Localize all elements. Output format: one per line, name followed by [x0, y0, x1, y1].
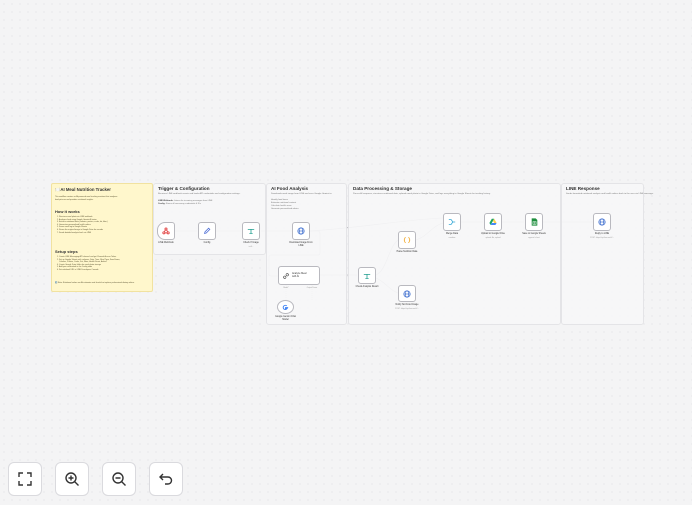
node-label: Check If Image — [243, 242, 259, 244]
upload-drive-node[interactable] — [484, 213, 502, 231]
sticky-intro-line-2: food pictures and provides nutritional i… — [55, 198, 94, 201]
google-icon — [282, 304, 289, 310]
check-if-image-node[interactable] — [242, 222, 260, 240]
link-icon — [283, 273, 289, 279]
undo-button[interactable] — [149, 462, 183, 496]
model-port-label: Model* — [283, 287, 289, 289]
group-title: Trigger & Configuration — [158, 186, 210, 191]
zoom-out-icon — [112, 472, 126, 486]
node-label: Save to Google Sheets — [522, 233, 546, 235]
node-label: LINE Webhook — [158, 242, 174, 244]
undo-icon — [159, 473, 173, 485]
download-image-node[interactable] — [292, 222, 310, 240]
node-label: Upload to Google Drive — [481, 233, 505, 235]
sticky-title: 🍽️AI Meal Nutrition Tracker — [55, 187, 111, 192]
group-line: Generate personalized advice — [271, 208, 299, 210]
group-line: Calculate health score — [271, 205, 292, 207]
globe-icon — [403, 289, 411, 298]
parse-nutrition-node[interactable] — [398, 231, 416, 249]
sticky-note-text: ℹ️ Note: Nutritional values are AI estim… — [55, 282, 135, 284]
sticky-setup-heading: Setup steps — [55, 249, 78, 254]
group-line: Config: Stores all necessary credentials… — [158, 203, 201, 205]
node-subtitle: is A... — [248, 245, 254, 248]
webhook-icon — [162, 227, 170, 235]
sticky-how-heading: How it works — [55, 209, 80, 214]
group-line: LINE Webhook: Listens for incoming messa… — [158, 200, 212, 202]
reply-to-line-node[interactable] — [593, 213, 611, 231]
node-label: Download Image From — [289, 242, 313, 244]
group-description: Sends formatted nutritional analysis and… — [566, 193, 654, 195]
zoom-in-button[interactable] — [55, 462, 89, 496]
if-icon — [247, 229, 255, 234]
group-title: Data Processing & Storage — [353, 186, 412, 191]
node-label-line-2: Model — [282, 319, 289, 321]
group-description: Parses AI response, structures nutrition… — [353, 193, 491, 195]
group-description: Receives LINE webhook events and loads A… — [158, 193, 241, 195]
node-subtitle: upload: file, upload — [485, 236, 501, 239]
sheets-icon — [531, 218, 537, 226]
node-subtitle: POST: https://api.line.me/v2... — [590, 236, 614, 239]
merge-data-node[interactable] — [443, 213, 461, 231]
sticky-setup-list: Create LINE Messaging API channel and ge… — [55, 256, 120, 272]
save-sheets-node[interactable] — [525, 213, 543, 231]
node-label: Analyze Meal with AI — [292, 272, 306, 278]
check-analysis-result-node[interactable] — [358, 267, 376, 284]
group-line: Estimate nutritional content — [271, 202, 297, 204]
node-subtitle: append: sheet — [528, 236, 540, 239]
output-parser-port-label: Output Parser — [306, 287, 318, 289]
group-description: Downloads meal image from LINE and uses … — [271, 193, 332, 195]
group-line-key: LINE Webhook: — [158, 200, 174, 202]
group-line-value: Stores all necessary credentials & IDs — [165, 203, 201, 205]
node-label: Parse Nutrition Data — [396, 251, 418, 253]
pencil-icon — [204, 227, 211, 234]
notify-not-food-node[interactable] — [398, 285, 416, 302]
node-label: Reply to LINE — [594, 233, 610, 235]
globe-icon — [297, 227, 305, 235]
group-title: LINE Response — [566, 186, 600, 191]
code-icon — [403, 237, 411, 243]
group-data-processing[interactable]: Data Processing & Storage Parses AI resp… — [348, 183, 561, 325]
node-label: Merge Data — [445, 233, 459, 235]
node-label-line-2: LINE — [298, 245, 304, 247]
line-webhook-node[interactable] — [157, 222, 175, 240]
list-item: Set webhook URL in LINE Developers Conso… — [59, 269, 120, 272]
list-item: Sends detailed analysis back via LINE — [59, 232, 107, 235]
node-label: Check Analysis Result — [355, 286, 379, 288]
fit-view-button[interactable] — [8, 462, 42, 496]
zoom-out-button[interactable] — [102, 462, 136, 496]
group-trigger[interactable]: Trigger & Configuration Receives LINE we… — [153, 183, 266, 255]
group-line-key: Config: — [158, 203, 166, 205]
node-label-line-2: with AI — [292, 275, 300, 279]
node-label: Google Gemini Chat — [275, 316, 296, 318]
if-icon — [363, 273, 371, 279]
node-label: Config — [203, 242, 211, 244]
canvas-toolbar — [8, 462, 183, 496]
merge-icon — [448, 219, 456, 225]
node-subtitle: POST: https://api.line.me/v2... — [395, 307, 419, 310]
gemini-model-node[interactable] — [277, 300, 294, 314]
group-title: AI Food Analysis — [271, 186, 309, 191]
group-line-response[interactable]: LINE Response Sends formatted nutritiona… — [561, 183, 654, 325]
expand-icon — [18, 472, 32, 486]
group-line-value: Listens for incoming messages from LINE — [173, 200, 213, 202]
workflow-canvas[interactable]: 🍽️AI Meal Nutrition Tracker This workflo… — [0, 0, 692, 505]
node-subtitle: combine — [448, 236, 456, 239]
node-label: Notify Not Food Image — [395, 304, 419, 306]
globe-icon — [598, 218, 606, 226]
drive-icon — [489, 218, 497, 226]
sticky-how-list: Receives meal photo via LINE webhook Ana… — [55, 216, 107, 234]
zoom-in-icon — [65, 472, 79, 486]
group-line: Identify food items — [271, 199, 288, 201]
config-node[interactable] — [198, 222, 216, 240]
sticky-note[interactable]: 🍽️AI Meal Nutrition Tracker This workflo… — [51, 183, 153, 292]
analyze-meal-node[interactable]: Analyze Meal with AI — [278, 266, 320, 285]
